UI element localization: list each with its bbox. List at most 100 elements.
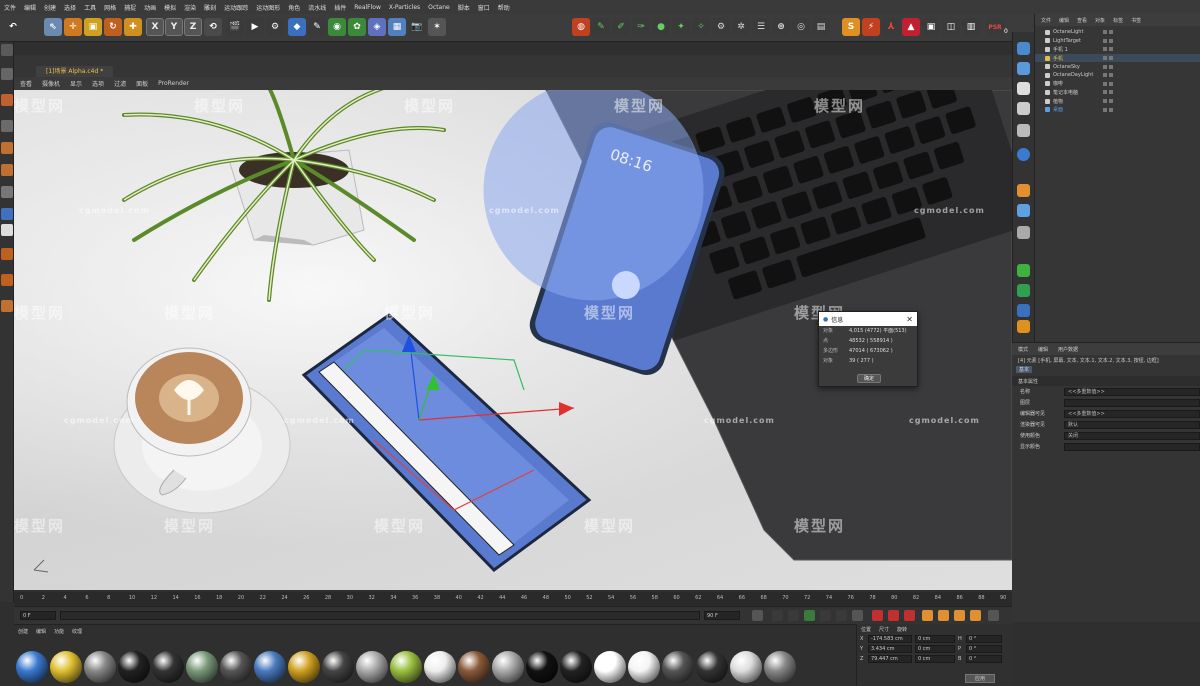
object-menu-item[interactable]: 对象: [1095, 17, 1105, 24]
quantize-icon[interactable]: [1, 248, 13, 260]
camera-icon[interactable]: 📷: [408, 18, 426, 36]
material-swatch[interactable]: [390, 651, 422, 683]
attribute-subtab[interactable]: 基本: [1016, 366, 1033, 373]
object-row[interactable]: OctaneLight: [1035, 28, 1200, 37]
render-view-icon[interactable]: 🎬: [226, 18, 244, 36]
material-swatch[interactable]: [152, 651, 184, 683]
menu-item[interactable]: 脚本: [458, 3, 470, 12]
keyframe-selection-icon[interactable]: [904, 610, 915, 621]
y-axis-lock-button[interactable]: Y: [165, 18, 183, 36]
material-swatch[interactable]: [628, 651, 660, 683]
material-swatch[interactable]: [16, 651, 48, 683]
rotation-field[interactable]: 0 °: [966, 635, 1002, 643]
octane-tag-icon[interactable]: [1017, 82, 1030, 95]
viewport-menu-item[interactable]: 过滤: [114, 79, 126, 88]
octane-tools-icon[interactable]: ✎: [592, 18, 610, 36]
xp-modifier-icon[interactable]: ⅄: [882, 18, 900, 36]
position-key-icon[interactable]: [922, 610, 933, 621]
viewport-menu-item[interactable]: 选项: [92, 79, 104, 88]
material-swatch[interactable]: [560, 651, 592, 683]
menu-item[interactable]: Octane: [428, 4, 450, 11]
start-frame-field[interactable]: 0 F: [20, 611, 56, 620]
position-field[interactable]: 3.434 cm: [868, 645, 912, 653]
z-axis-lock-button[interactable]: Z: [184, 18, 202, 36]
octane-grid-icon[interactable]: [1017, 204, 1030, 217]
menu-item[interactable]: 角色: [288, 3, 300, 12]
octane-sphere-icon[interactable]: [1017, 148, 1030, 161]
material-swatch[interactable]: [526, 651, 558, 683]
material-swatch[interactable]: [288, 651, 320, 683]
octane-settings-icon[interactable]: ⚙: [712, 18, 730, 36]
deformer-icon[interactable]: ◈: [368, 18, 386, 36]
lock-workplane-icon[interactable]: [1, 274, 13, 286]
visibility-flags[interactable]: [1103, 81, 1113, 86]
material-swatch[interactable]: [764, 651, 796, 683]
size-field[interactable]: 0 cm: [915, 635, 955, 643]
visibility-flags[interactable]: [1103, 64, 1113, 69]
octane-fx-icon[interactable]: ✧: [692, 18, 710, 36]
object-row[interactable]: 咖啡: [1035, 80, 1200, 89]
material-swatch[interactable]: [696, 651, 728, 683]
octane-paint-icon[interactable]: ✑: [632, 18, 650, 36]
pla-key-icon[interactable]: [988, 610, 999, 621]
menu-item[interactable]: 选择: [64, 3, 76, 12]
octane-scatter-icon[interactable]: ✦: [672, 18, 690, 36]
undo-icon[interactable]: ↶: [4, 18, 22, 36]
size-field[interactable]: 0 cm: [915, 655, 955, 663]
object-row[interactable]: 笔记本电脑: [1035, 88, 1200, 97]
frame-range-slider[interactable]: [60, 611, 700, 620]
material-swatch[interactable]: [186, 651, 218, 683]
floor-icon[interactable]: ▦: [388, 18, 406, 36]
scene-tab[interactable]: [1]场景 Alpha.c4d *: [36, 66, 114, 77]
menu-item[interactable]: 流水线: [308, 3, 326, 12]
material-swatch[interactable]: [254, 651, 286, 683]
attribute-tab[interactable]: 用户数据: [1058, 346, 1078, 353]
scale-key-icon[interactable]: [938, 610, 949, 621]
rotate-tool-icon[interactable]: ↻: [104, 18, 122, 36]
attribute-value[interactable]: [1064, 442, 1200, 451]
plugin-icon[interactable]: ◫: [942, 18, 960, 36]
menu-item[interactable]: 插件: [334, 3, 346, 12]
material-swatch[interactable]: [356, 651, 388, 683]
material-menu-item[interactable]: 纹理: [72, 628, 82, 635]
texture-mode-icon[interactable]: [1, 94, 13, 106]
menu-item[interactable]: 动画: [144, 3, 156, 12]
octane-object-icon[interactable]: [1017, 42, 1030, 55]
menu-item[interactable]: 创建: [44, 3, 56, 12]
menu-item[interactable]: RealFlow: [354, 4, 381, 11]
array-generator-icon[interactable]: ✿: [348, 18, 366, 36]
next-key-icon[interactable]: [820, 610, 831, 621]
play-backward-icon[interactable]: [788, 610, 799, 621]
polygons-mode-icon[interactable]: [1, 186, 13, 198]
apply-button[interactable]: 应用: [965, 674, 995, 683]
close-icon[interactable]: ✕: [906, 315, 913, 324]
xp-emitter-icon[interactable]: ⚡: [862, 18, 880, 36]
menu-item[interactable]: 窗口: [478, 3, 490, 12]
material-swatch[interactable]: [662, 651, 694, 683]
octane-env-icon[interactable]: [1017, 124, 1030, 137]
octane-gear-icon[interactable]: ✲: [732, 18, 750, 36]
play-forward-icon[interactable]: [804, 610, 815, 621]
visibility-flags[interactable]: [1103, 47, 1113, 52]
menu-item[interactable]: 运动跟踪: [224, 3, 248, 12]
menu-item[interactable]: 编辑: [24, 3, 36, 12]
octane-brush-icon[interactable]: ✐: [612, 18, 630, 36]
material-swatch[interactable]: [458, 651, 490, 683]
material-swatch[interactable]: [118, 651, 150, 683]
goto-end-icon[interactable]: [836, 610, 847, 621]
material-swatch[interactable]: [322, 651, 354, 683]
object-row[interactable]: LightTarget: [1035, 37, 1200, 46]
visibility-flags[interactable]: [1103, 90, 1113, 95]
prev-key-icon[interactable]: [772, 610, 783, 621]
move-tool-icon[interactable]: ✛: [64, 18, 82, 36]
rotation-key-icon[interactable]: [954, 610, 965, 621]
menu-item[interactable]: 捕捉: [124, 3, 136, 12]
visibility-flags[interactable]: [1103, 73, 1113, 78]
enable-axis-icon[interactable]: [1, 208, 13, 220]
menu-item[interactable]: 帮助: [498, 3, 510, 12]
psr-button[interactable]: PSR: [986, 18, 1004, 36]
cube-object-icon[interactable]: ◆: [288, 18, 306, 36]
material-swatch[interactable]: [220, 651, 252, 683]
viewport-menu-item[interactable]: 面板: [136, 79, 148, 88]
viewport-menu-item[interactable]: 查看: [20, 79, 32, 88]
